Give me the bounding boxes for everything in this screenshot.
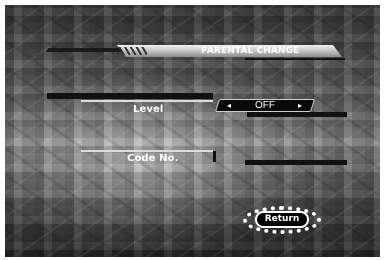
code-rule-right (245, 160, 347, 165)
background-texture-overlay (5, 5, 380, 257)
code-rule-step (213, 151, 216, 162)
code-rule-left (81, 150, 213, 152)
code-label: Code No. (127, 153, 179, 164)
level-rule-mid (81, 100, 213, 102)
level-right-arrow-icon[interactable]: ▸ (298, 99, 302, 112)
level-rule-top (47, 93, 213, 99)
parental-change-screen: PARENTAL CHANGE Level ◂ OFF ▸ Code No. R… (5, 5, 380, 257)
page-title: PARENTAL CHANGE (201, 46, 300, 56)
return-button[interactable]: Return (255, 211, 309, 228)
return-button-label: Return (257, 213, 307, 226)
level-left-arrow-icon[interactable]: ◂ (227, 99, 231, 112)
level-value: OFF (255, 100, 275, 111)
title-underline (245, 58, 345, 60)
title-stripes (117, 47, 147, 55)
level-rule-right (247, 112, 347, 117)
level-label: Level (133, 104, 164, 115)
title-rule (45, 48, 129, 52)
